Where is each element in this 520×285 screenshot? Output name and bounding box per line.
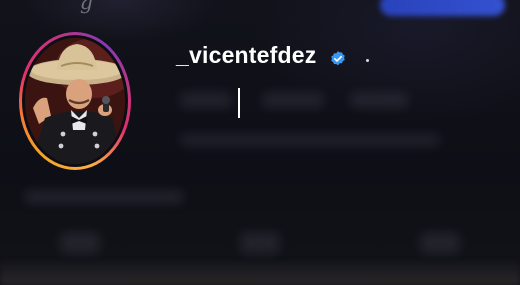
highlight-2[interactable] [240, 232, 280, 254]
posts-count[interactable] [180, 92, 232, 108]
follow-button[interactable] [380, 0, 505, 16]
username: _vicentefdez [176, 42, 317, 68]
followers-count[interactable] [262, 92, 324, 108]
highlight-3[interactable] [420, 232, 460, 254]
top-partial-text: g [80, 0, 93, 14]
avatar[interactable] [25, 38, 125, 164]
following-count[interactable] [350, 92, 408, 108]
avatar-photo [25, 38, 125, 164]
text-cursor [238, 88, 240, 118]
verified-badge-icon [331, 51, 345, 66]
bio-extra [24, 190, 184, 204]
bottom-bar [0, 262, 520, 285]
highlight-1[interactable] [60, 232, 100, 254]
dot-icon [366, 59, 369, 62]
bio-line [180, 134, 440, 146]
story-ring[interactable] [19, 32, 131, 170]
